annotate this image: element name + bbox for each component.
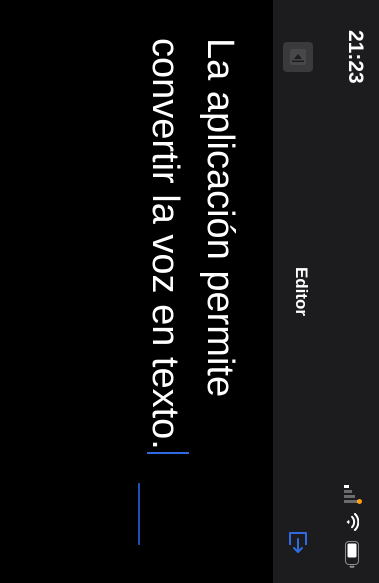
share-export-button[interactable]: [281, 525, 315, 559]
signal-icon-wrap: [344, 485, 362, 504]
app-screen: 21:23 Editor La aplicación permite conve…: [0, 0, 379, 583]
wifi-icon: [346, 513, 359, 531]
status-bar: 21:23: [325, 0, 379, 583]
battery-icon: [345, 541, 359, 568]
text-cursor: [147, 451, 189, 454]
navigation-bar: Editor: [272, 0, 325, 583]
status-time: 21:23: [344, 30, 367, 84]
text-editor[interactable]: La aplicación permite convertir la voz e…: [0, 0, 273, 583]
status-icons: [337, 485, 367, 569]
share-export-icon: [289, 532, 307, 553]
cellular-signal-icon: [344, 485, 360, 503]
selection-underline: [138, 483, 140, 545]
editor-content[interactable]: La aplicación permite convertir la voz e…: [137, 38, 247, 518]
page-title: Editor: [292, 266, 311, 317]
editor-text: La aplicación permite convertir la voz e…: [144, 38, 241, 450]
